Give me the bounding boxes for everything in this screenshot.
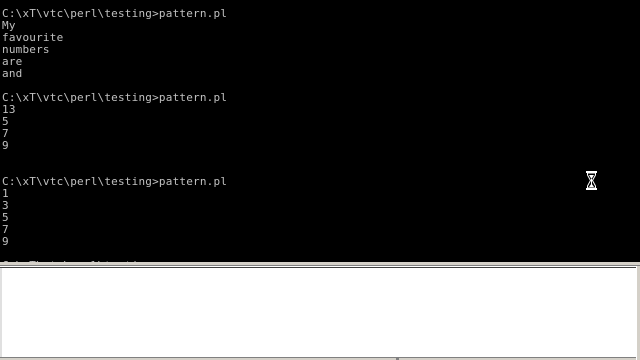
output-line: and (2, 67, 23, 80)
pane-inner-edge (0, 267, 636, 268)
pane-left-edge (0, 268, 2, 357)
command-prompt-window[interactable]: C:\xT\vtc\perl\testing>pattern.pl My favou… (0, 0, 640, 262)
prompt-line: C:\xT\vtc\perl\testing>pattern.pl (2, 175, 228, 188)
pane-right-border (636, 266, 640, 360)
output-line: numbers (2, 43, 50, 56)
console-output: C:\xT\vtc\perl\testing>pattern.pl My favou… (2, 7, 228, 263)
output-line: 7 (2, 127, 9, 140)
output-line: 5 (2, 211, 9, 224)
output-line: 3 (2, 199, 9, 212)
output-line: 7 (2, 223, 9, 236)
prompt-line: C:\xT\vtc\perl\testing>pattern.pl (2, 7, 228, 20)
output-line: 1 (2, 187, 9, 200)
output-line: 13 (2, 103, 16, 116)
lower-white-pane[interactable] (0, 262, 640, 360)
output-line: 9 (2, 139, 9, 152)
output-line: are (2, 55, 23, 68)
output-line: 5 (2, 115, 9, 128)
prompt-line: C:\xT\vtc\perl\testing>pattern.pl (2, 91, 228, 104)
pane-top-border (0, 262, 640, 266)
output-line: 9 (2, 235, 9, 248)
hourglass-cursor-icon (586, 171, 597, 190)
output-line (2, 152, 227, 164)
screen: C:\xT\vtc\perl\testing>pattern.pl My favou… (0, 0, 640, 360)
